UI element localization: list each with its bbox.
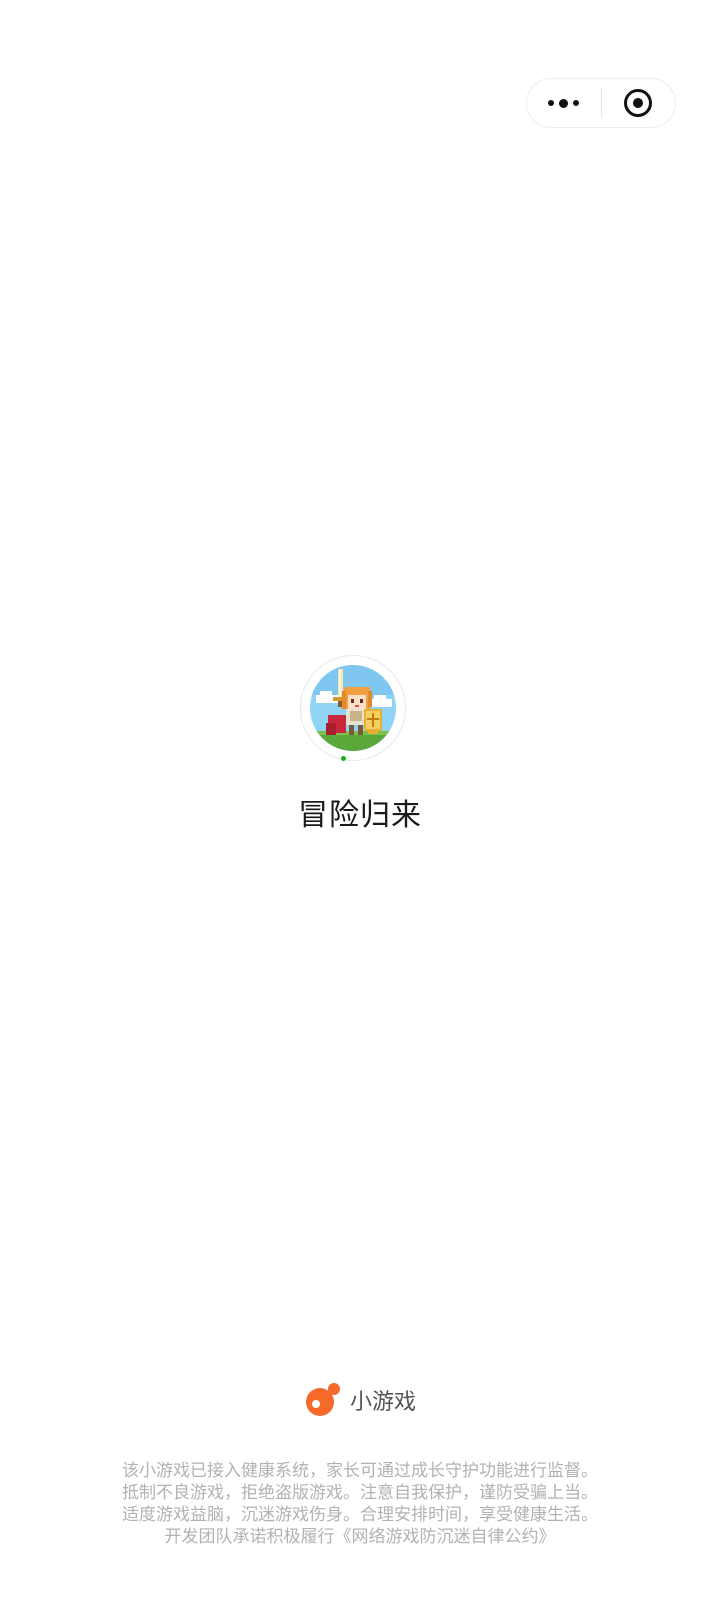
notice-line: 抵制不良游戏，拒绝盗版游戏。注意自我保护，谨防受骗上当。	[122, 1483, 598, 1503]
mini-game-logo-icon	[305, 1383, 340, 1416]
close-button[interactable]	[602, 79, 676, 127]
more-dots-icon	[548, 98, 580, 108]
capsule-menu	[526, 78, 676, 128]
pixel-knight-avatar	[310, 665, 396, 751]
notice-line: 该小游戏已接入健康系统，家长可通过成长守护功能进行监督。	[122, 1461, 598, 1481]
notice-line: 开发团队承诺积极履行《网络游戏防沉迷自律公约》	[164, 1527, 556, 1547]
mini-game-brand: 小游戏	[0, 1382, 720, 1418]
more-button[interactable]	[527, 79, 601, 127]
anti-addiction-notice: 该小游戏已接入健康系统，家长可通过成长守护功能进行监督。 抵制不良游戏，拒绝盗版…	[0, 1460, 720, 1548]
target-close-icon	[624, 89, 653, 117]
splash-screen: 冒险归来 小游戏 该小游戏已接入健康系统，家长可通过成长守护功能进行监督。 抵制…	[0, 0, 720, 1600]
loading-dot	[341, 756, 346, 761]
notice-line: 适度游戏益脑，沉迷游戏伤身。合理安排时间，享受健康生活。	[122, 1505, 598, 1525]
game-title: 冒险归来	[298, 798, 422, 833]
brand-label: 小游戏	[349, 1390, 416, 1415]
game-avatar-frame	[300, 655, 406, 761]
